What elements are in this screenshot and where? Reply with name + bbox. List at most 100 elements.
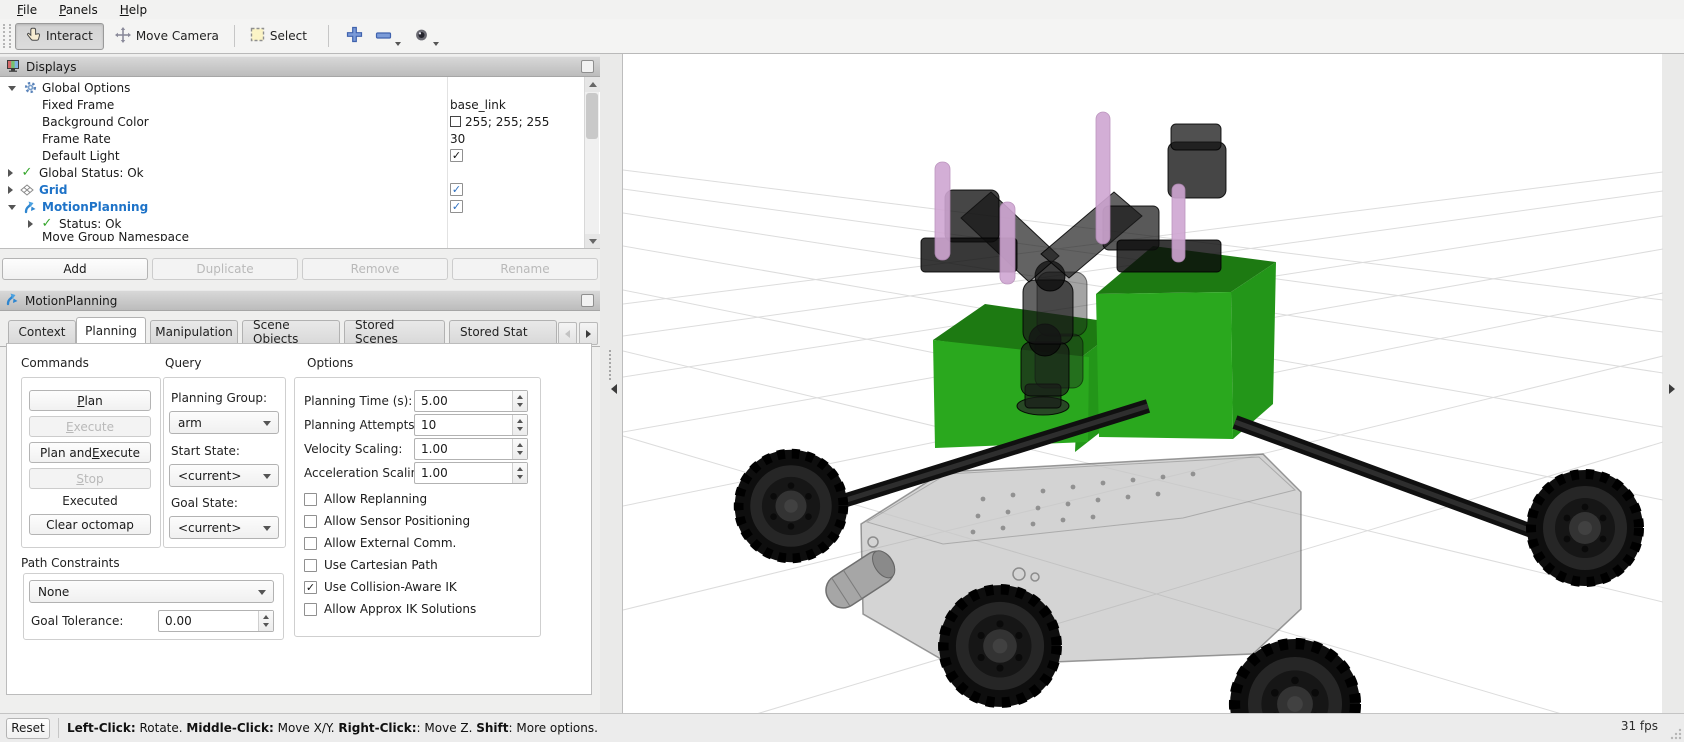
acceleration-scaling-spinner[interactable]: 1.00 [414,462,528,484]
velocity-scaling-label: Velocity Scaling: [304,442,402,456]
resize-grip[interactable] [1669,727,1682,740]
spinner-arrows[interactable] [512,391,527,411]
tree-row-label: Default Light [42,149,120,163]
duplicate-display-button[interactable]: Duplicate [152,258,298,280]
tree-row-frame-rate[interactable]: Frame Rate 30 [0,130,584,147]
collapse-right-icon[interactable] [1669,384,1675,394]
spinner-arrows[interactable] [512,415,527,435]
view-button[interactable] [408,23,446,50]
motionplanning-panel-body: Context Planning Manipulation Scene Obje… [0,313,600,713]
tree-row-motionplanning[interactable]: MotionPlanning [0,198,584,215]
collapse-left-icon[interactable] [611,384,617,394]
allow-replanning-row: Allow Replanning [304,492,427,506]
use-cartesian-path-checkbox[interactable] [304,559,317,572]
expander-open-icon[interactable] [8,205,16,210]
remove-display-button[interactable]: Remove [302,258,448,280]
tree-row-global-status[interactable]: ✓ Global Status: Ok [0,164,584,181]
displays-button-row: Add Duplicate Remove Rename [0,258,600,280]
plan-and-execute-button[interactable]: Plan and Execute [29,442,151,463]
menu-panels[interactable]: Panels [50,2,107,18]
tab-stored-scenes[interactable]: Stored Scenes [344,320,445,343]
planning-attempts-spinner[interactable]: 10 [414,414,528,436]
planning-group-combo[interactable]: arm [169,411,279,434]
splitter-handle[interactable] [609,350,611,380]
motionplanning-enabled-checkbox[interactable] [450,200,463,213]
path-constraints-combo[interactable]: None [29,580,274,603]
rename-display-button[interactable]: Rename [452,258,598,280]
use-collision-aware-ik-checkbox[interactable] [304,581,317,594]
expander-open-icon[interactable] [8,86,16,91]
tab-planning[interactable]: Planning [76,317,146,343]
tree-row-mp-status[interactable]: ✓ Status: Ok [0,215,584,232]
frame-rate-value[interactable]: 30 [450,132,465,146]
start-state-combo[interactable]: <current> [169,464,279,487]
expander-closed-icon[interactable] [28,220,33,228]
toolbar-drag-handle[interactable] [3,24,11,48]
panel-splitter[interactable] [600,54,622,713]
scroll-down-button[interactable] [585,234,600,249]
tree-row-fixed-frame[interactable]: Fixed Frame base_link [0,96,584,113]
tree-row-default-light[interactable]: Default Light [0,147,584,164]
zoom-in-button[interactable] [339,23,370,50]
menu-help[interactable]: Help [111,2,156,18]
tree-row-global-options[interactable]: Global Options [0,79,584,96]
monitor-icon [6,59,20,75]
planning-time-spinner[interactable]: 5.00 [414,390,528,412]
checkbox-label: Allow Replanning [324,492,427,506]
chevron-down-icon [395,42,401,46]
allow-sensor-positioning-checkbox[interactable] [304,515,317,528]
plan-button[interactable]: Plan [29,390,151,411]
scroll-up-button[interactable] [585,77,600,92]
motionplanning-icon [22,200,38,214]
right-splitter[interactable] [1662,54,1684,713]
tab-scroll-left-button[interactable] [558,322,577,345]
velocity-scaling-spinner[interactable]: 1.00 [414,438,528,460]
execute-button[interactable]: Execute [29,416,151,437]
tab-stored-states[interactable]: Stored Stat [449,320,557,343]
tree-row-background-color[interactable]: Background Color 255; 255; 255 [0,113,584,130]
background-color-value[interactable]: 255; 255; 255 [450,115,549,129]
displays-panel-titlebar[interactable]: Displays [0,56,600,77]
3d-scene [623,54,1663,713]
allow-external-comm-checkbox[interactable] [304,537,317,550]
tree-row-grid[interactable]: Grid [0,181,584,198]
goal-state-combo[interactable]: <current> [169,516,279,539]
tree-scrollbar[interactable] [584,77,599,249]
interact-tool-button[interactable]: Interact [15,23,104,50]
expander-closed-icon[interactable] [8,186,13,194]
spinner-arrows[interactable] [512,439,527,459]
panel-float-button[interactable] [581,60,594,73]
tab-context[interactable]: Context [8,320,76,343]
stop-button[interactable]: Stop [29,468,151,489]
motionplanning-panel-titlebar[interactable]: MotionPlanning [0,290,600,311]
allow-replanning-checkbox[interactable] [304,493,317,506]
tab-scene-objects[interactable]: Scene Objects [242,320,340,343]
selection-box-icon [250,27,265,45]
spinner-arrows[interactable] [512,463,527,483]
tree-row-clipped[interactable]: Move Group Namespace [0,232,584,241]
tab-manipulation[interactable]: Manipulation [150,320,238,343]
leo-rover-body[interactable] [795,406,1608,666]
3d-viewport[interactable] [622,54,1662,713]
scrollbar-thumb[interactable] [586,93,598,139]
chevron-down-icon [263,474,271,479]
fixed-frame-value[interactable]: base_link [450,98,506,112]
default-light-checkbox[interactable] [450,149,463,162]
select-tool-button[interactable]: Select [239,23,318,50]
zoom-out-button[interactable] [370,23,408,50]
goal-tolerance-spinner[interactable]: 0.00 [158,610,274,632]
panel-float-button[interactable] [581,294,594,307]
grid-enabled-checkbox[interactable] [450,183,463,196]
move-camera-tool-button[interactable]: Move Camera [104,23,230,50]
expander-closed-icon[interactable] [8,169,13,177]
clear-octomap-button[interactable]: Clear octomap [29,514,151,535]
menu-file[interactable]: File [8,2,46,18]
reset-button[interactable]: Reset [6,718,50,739]
tab-scroll-right-button[interactable] [579,322,598,345]
add-display-button[interactable]: Add [2,258,148,280]
statusbar-separator [58,718,59,738]
status-bar: Reset Left-Click: Rotate. Middle-Click: … [0,713,1684,742]
displays-tree: Global Options Fixed Frame base_link Bac… [0,77,600,249]
spinner-arrows[interactable] [258,611,273,631]
allow-approx-ik-checkbox[interactable] [304,603,317,616]
